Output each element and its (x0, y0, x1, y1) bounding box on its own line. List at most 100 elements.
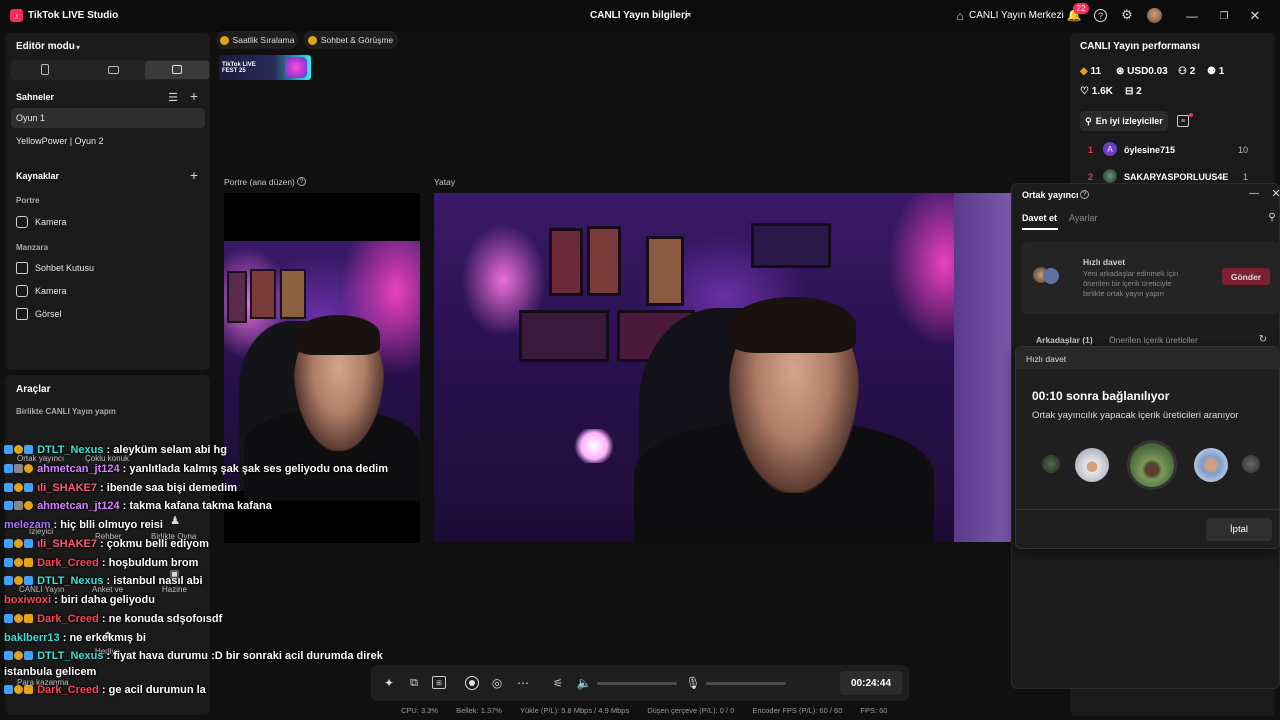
live-info-title[interactable]: CANLI Yayın bilgileri (590, 10, 688, 21)
chevron-down-icon[interactable]: ▾ (73, 41, 83, 53)
search-icon[interactable]: ⚲ (1266, 211, 1278, 223)
mic-volume-slider[interactable] (706, 682, 786, 685)
tab-invite[interactable]: Davet et (1022, 213, 1057, 223)
settings-gear-icon[interactable]: ⚙ (1120, 7, 1134, 22)
source-label: Görsel (35, 309, 62, 319)
microphone-icon[interactable]: 🎙 (685, 676, 700, 690)
refresh-icon[interactable]: ↻ (1257, 333, 1269, 345)
portrait-mode-icon[interactable] (41, 64, 49, 75)
minimize-icon[interactable]: — (1248, 187, 1260, 199)
live-fest-banner[interactable]: TikTok LIVE FEST 25 (219, 55, 311, 80)
usd-value: USD0.03 (1127, 66, 1168, 77)
cohost-title: Ortak yayıncı (1022, 190, 1079, 200)
live-center-link[interactable]: CANLI Yayın Merkezi (969, 10, 1064, 21)
chat-text: : ge acil durumun la (101, 684, 206, 696)
editor-mode-dropdown[interactable]: Editör modu (16, 41, 75, 52)
landscape-preview[interactable] (434, 193, 1014, 542)
source-label: Sohbet Kutusu (35, 263, 95, 273)
chat-user[interactable]: Dark_Creed (37, 557, 99, 569)
suggested-tab[interactable]: Önerilen içerik üreticiler (1109, 335, 1198, 345)
layout-icon[interactable]: ⊞ (432, 676, 446, 689)
audio-settings-icon[interactable]: ⚟ (551, 676, 565, 690)
source-image[interactable]: Görsel (11, 304, 205, 324)
viewer-list-icon[interactable]: ≡ (1177, 115, 1189, 127)
friends-tab[interactable]: Arkadaşlar (1) (1036, 335, 1093, 345)
hourly-ranking-tab[interactable]: Saatlik Sıralama (216, 31, 298, 49)
quick-invite-title: Hızlı davet (1083, 257, 1126, 267)
chat-message: Dark_Creed : ge acil durumun la (4, 684, 206, 696)
maximize-icon[interactable]: ❐ (1217, 9, 1231, 23)
help-icon[interactable]: ? (1094, 9, 1107, 22)
replay-icon[interactable]: ◎ (490, 676, 504, 690)
viewer-avatar[interactable]: A (1103, 142, 1117, 156)
chat-call-tab[interactable]: Sohbet & Görüşme (303, 31, 398, 49)
candidate-avatar (1194, 448, 1228, 482)
chat-user[interactable]: DTLT_Nexus (37, 650, 103, 662)
viewer-rank: 2 (1088, 172, 1094, 182)
record-icon[interactable] (465, 676, 479, 690)
landscape-mode-icon[interactable] (108, 66, 119, 74)
chat-user[interactable]: ıli_SHAKE7 (37, 482, 97, 494)
notification-badge: 22 (1073, 3, 1089, 14)
dual-mode-tab[interactable] (145, 61, 209, 79)
chat-user[interactable]: DTLT_Nexus (37, 444, 103, 456)
send-invite-button[interactable]: Gönder (1222, 268, 1270, 285)
share-icon[interactable]: ↗ (680, 9, 694, 23)
add-scene-icon[interactable]: + (188, 88, 200, 104)
chat-call-label: Sohbet & Görüşme (320, 35, 394, 45)
speaker-volume-slider[interactable] (597, 682, 677, 685)
source-portrait-camera[interactable]: Kamera (11, 212, 205, 232)
title-bar: ♪ TikTok LIVE Studio CANLI Yayın bilgile… (0, 0, 1280, 32)
chat-user[interactable]: ahmetcan_jt124 (37, 463, 120, 475)
viewer-score: 1 (1243, 172, 1249, 182)
status-bar: CPU: 3.3% Bellek: 1.37% Yükle (P/L): 5.8 M… (401, 706, 905, 715)
list-icon[interactable]: ☰ (167, 91, 179, 104)
chat-text: : ne konuda sdşofoısdf (101, 613, 223, 625)
chat-message: DTLT_Nexus : aleyküm selam abi hg (4, 444, 227, 456)
control-bar: ✦ ⧉ ⊞ ◎ ⋯ ⚟ 🔈 🎙 00:24:44 (371, 665, 909, 701)
user-avatar[interactable] (1147, 8, 1162, 23)
source-edit-icon[interactable]: ⧉ (407, 676, 421, 690)
add-source-icon[interactable]: + (188, 167, 200, 183)
level-badge-icon (4, 445, 13, 454)
top-viewers-button[interactable]: ⚲ En iyi izleyiciler (1080, 111, 1168, 131)
level-badge-icon (4, 651, 13, 660)
viewer-avatar[interactable] (1103, 169, 1117, 183)
info-icon[interactable]: ? (297, 177, 306, 186)
close-icon[interactable]: ✕ (1270, 187, 1280, 200)
chat-message: Dark_Creed : hoşbuldum brom (4, 557, 198, 569)
scene-item-yellowpower[interactable]: YellowPower | Oyun 2 (11, 131, 205, 151)
dollar-icon: ⊛ (1116, 66, 1125, 77)
chat-user[interactable]: melezam (4, 519, 50, 531)
cancel-button[interactable]: İptal (1206, 518, 1272, 541)
source-landscape-camera[interactable]: Kamera (11, 281, 205, 301)
fan-badge-icon (14, 464, 23, 473)
info-icon[interactable]: ? (1080, 190, 1089, 199)
scene-item-oyun-1[interactable]: Oyun 1 (11, 108, 205, 128)
speaker-icon[interactable]: 🔈 (577, 676, 592, 690)
user-search-icon: ⚲ (1085, 115, 1092, 126)
chat-user[interactable]: ıli_SHAKE7 (37, 538, 97, 550)
wall-poster (280, 269, 306, 319)
chat-user[interactable]: baklberr13 (4, 632, 60, 644)
chat-user[interactable]: Dark_Creed (37, 684, 99, 696)
fan-badge-icon (24, 576, 33, 585)
chat-user[interactable]: DTLT_Nexus (37, 575, 103, 587)
chat-user[interactable]: Dark_Creed (37, 613, 99, 625)
close-icon[interactable]: ✕ (1248, 8, 1262, 23)
chat-user[interactable]: ahmetcan_jt124 (37, 500, 120, 512)
layout-mode-switch (11, 60, 210, 80)
magic-wand-icon[interactable]: ✦ (382, 676, 396, 690)
tiktok-logo-icon: ♪ (10, 9, 23, 22)
gold-badge-icon (14, 651, 23, 660)
viewer-name[interactable]: SAKARYASPORLUUS4E (1124, 172, 1228, 182)
more-icon[interactable]: ⋯ (516, 676, 530, 690)
source-chat-box[interactable]: Sohbet Kutusu (11, 258, 205, 278)
chat-message: baklberr13 : ne erkekmış bi (4, 632, 146, 644)
home-icon[interactable]: ⌂ (953, 9, 967, 23)
door (954, 193, 1014, 542)
minimize-icon[interactable]: — (1185, 9, 1199, 23)
viewer-name[interactable]: öylesine715 (1124, 145, 1175, 155)
tab-settings[interactable]: Ayarlar (1069, 213, 1097, 223)
chat-user[interactable]: boxiwoxi (4, 594, 51, 606)
